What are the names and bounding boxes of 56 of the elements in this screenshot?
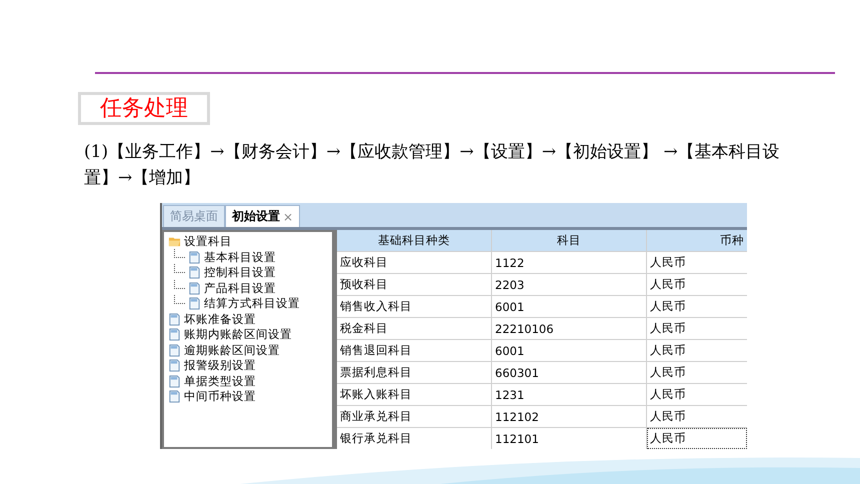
section-heading: 任务处理 — [78, 92, 210, 125]
tree-item[interactable]: 基本科目设置 — [204, 250, 276, 265]
table-cell-text: 人民币 — [649, 386, 687, 403]
table-cell-text: 人民币 — [649, 254, 687, 271]
table-cell: 银行承兑科目 — [337, 428, 492, 449]
table-cell: 22210106 — [492, 318, 647, 339]
tab[interactable]: 初始设置 × — [225, 205, 300, 227]
table-cell-text: 人民币 — [649, 320, 687, 337]
instruction-text: (1)【业务工作】→【财务会计】→【应收款管理】→【设置】→【初始设置】 →【基本科目设置】→【增加】 — [84, 141, 781, 190]
tree-item[interactable]: 设置科目 — [184, 234, 232, 250]
document-icon — [168, 390, 181, 404]
table-cell: 销售收入科目 — [337, 296, 492, 317]
tree-item[interactable]: 中间币种设置 — [184, 389, 256, 404]
tree-item[interactable]: 逾期账龄区间设置 — [184, 342, 280, 358]
table-cell: 112102 — [492, 406, 647, 427]
table-cell: 预收科目 — [337, 274, 492, 295]
table-cell: 6001 — [492, 340, 647, 361]
tree-item[interactable]: 坏账准备设置 — [184, 312, 256, 327]
table-cell: 6001 — [492, 296, 647, 317]
tree-item[interactable]: 结算方式科目设置 — [204, 296, 300, 312]
table-cell: 人民币 — [647, 428, 747, 449]
table-cell: 1231 — [492, 384, 647, 405]
document-icon — [168, 328, 181, 342]
table-cell: 税金科目 — [337, 318, 492, 339]
document-icon — [168, 359, 181, 372]
table-cell: 销售退回科目 — [337, 340, 492, 361]
document-icon — [168, 312, 181, 326]
document-icon — [168, 374, 181, 388]
document-icon — [188, 250, 201, 264]
tree-item[interactable]: 控制科目设置 — [204, 265, 276, 280]
table-cell-text: 人民币 — [649, 298, 687, 315]
folder-icon — [168, 235, 181, 248]
table-cell: 112101 — [492, 428, 647, 449]
column-header[interactable]: 币种 — [647, 230, 747, 251]
table-cell: 应收科目 — [337, 252, 492, 273]
tree-item[interactable]: 报警级别设置 — [184, 358, 256, 374]
document-icon — [168, 344, 181, 357]
table-cell: 商业承兑科目 — [337, 406, 492, 427]
tree-item[interactable]: 单据类型设置 — [184, 374, 256, 389]
column-header[interactable]: 科目 — [492, 230, 647, 251]
table-cell-text: 人民币 — [649, 364, 687, 381]
table-cell-text: 人民币 — [649, 342, 687, 359]
table-cell: 1122 — [492, 252, 647, 273]
document-icon — [188, 282, 201, 295]
tree-item[interactable]: 账期内账龄区间设置 — [184, 327, 292, 342]
column-header[interactable]: 基础科目种类 — [337, 230, 492, 251]
table-cell: 660301 — [492, 362, 647, 383]
table-cell: 票据利息科目 — [337, 362, 492, 383]
close-icon[interactable]: × — [283, 210, 294, 224]
table-cell: 2203 — [492, 274, 647, 295]
document-icon — [188, 266, 201, 280]
table-cell-text: 人民币 — [649, 408, 687, 425]
table-cell-text: 人民币 — [649, 276, 687, 293]
tree-item[interactable]: 产品科目设置 — [204, 280, 276, 296]
document-icon — [188, 297, 201, 310]
table-cell: 坏账入账科目 — [337, 384, 492, 405]
